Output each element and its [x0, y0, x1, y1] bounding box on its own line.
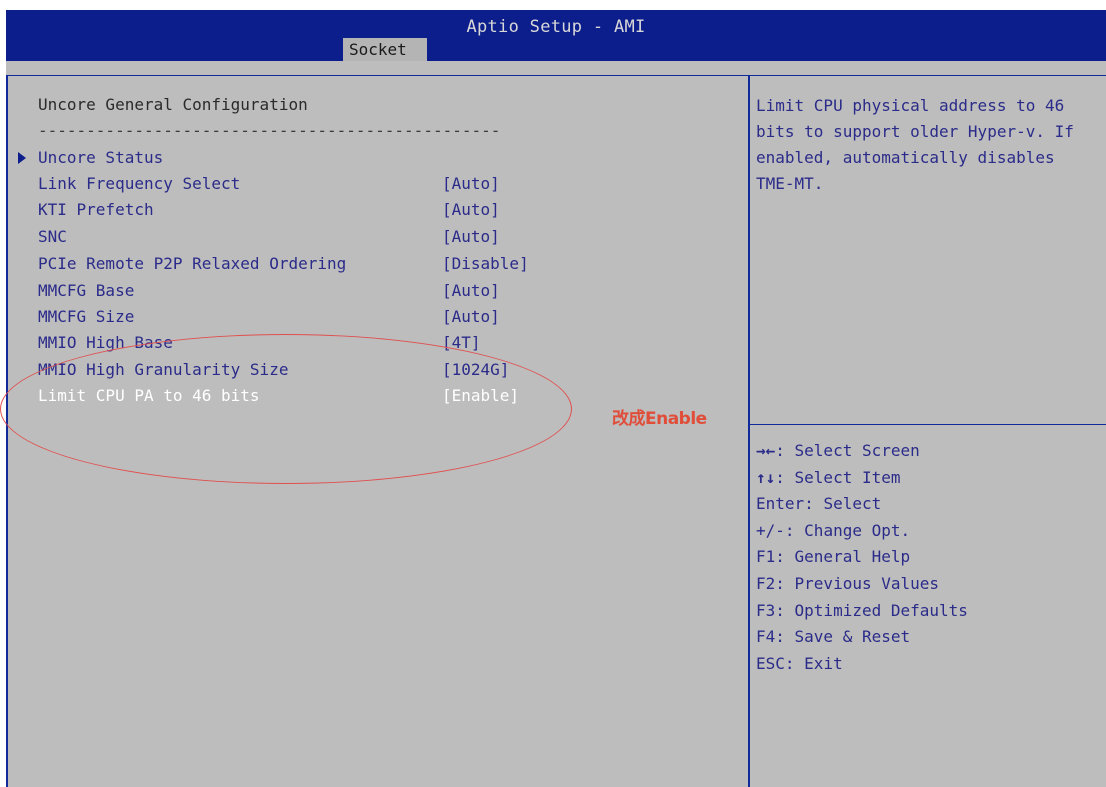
menu-item-label: MMCFG Base	[38, 281, 135, 300]
menu-item-mmio-high-granularity[interactable]: MMIO High Granularity Size [1024G]	[8, 358, 748, 382]
tab-socket[interactable]: Socket	[343, 38, 427, 61]
menu-item-value[interactable]: [Auto]	[442, 281, 500, 300]
menu-item-snc[interactable]: SNC [Auto]	[8, 225, 748, 249]
key-legend-item: +/-: Change Opt.	[756, 518, 1101, 545]
menu-item-label: PCIe Remote P2P Relaxed Ordering	[38, 254, 347, 273]
key-legend-item: F4: Save & Reset	[756, 624, 1101, 651]
menu-item-value[interactable]: [1024G]	[442, 360, 509, 379]
section-separator: ----------------------------------------…	[38, 121, 501, 140]
menu-item-kti-prefetch[interactable]: KTI Prefetch [Auto]	[8, 198, 748, 222]
key-action: : Previous Values	[775, 573, 940, 593]
menu-item-value[interactable]: [4T]	[442, 333, 481, 352]
key-action: : Select	[804, 494, 882, 514]
key-symbol: F1	[756, 547, 776, 567]
panel-divider	[748, 75, 750, 787]
menu-item-link-frequency-select[interactable]: Link Frequency Select [Auto]	[8, 172, 748, 196]
key-action: : Select Item	[775, 467, 901, 487]
key-legend: →←: Select Screen ↑↓: Select Item Enter:…	[756, 438, 1101, 677]
key-symbol: ESC	[756, 653, 785, 673]
menu-item-pcie-remote-p2p[interactable]: PCIe Remote P2P Relaxed Ordering [Disabl…	[8, 252, 748, 276]
key-legend-item: ↑↓: Select Item	[756, 465, 1101, 492]
menu-item-uncore-status[interactable]: Uncore Status	[8, 146, 748, 170]
menu-item-value[interactable]: [Enable]	[442, 386, 519, 405]
annotation-note: 改成Enable	[612, 409, 707, 429]
menu-item-value[interactable]: [Auto]	[442, 307, 500, 326]
key-action: : Change Opt.	[784, 520, 911, 540]
key-action: : Optimized Defaults	[775, 600, 968, 620]
key-action: : Save & Reset	[775, 627, 911, 647]
menu-item-mmio-high-base[interactable]: MMIO High Base [4T]	[8, 331, 748, 355]
key-legend-item: F2: Previous Values	[756, 571, 1101, 598]
key-symbol: +/-	[756, 520, 785, 540]
key-action: : General Help	[775, 547, 911, 567]
app-title: Aptio Setup - AMI	[466, 17, 646, 37]
section-title: Uncore General Configuration	[38, 95, 308, 114]
help-divider	[750, 424, 1106, 425]
menu-item-label: Uncore Status	[38, 148, 164, 167]
key-legend-item: Enter: Select	[756, 491, 1101, 518]
key-action: : Exit	[784, 653, 843, 673]
menu-item-label: Link Frequency Select	[38, 174, 241, 193]
menu-item-mmcfg-base[interactable]: MMCFG Base [Auto]	[8, 279, 748, 303]
key-symbol: →←	[756, 441, 776, 460]
key-legend-item: F3: Optimized Defaults	[756, 598, 1101, 625]
menu-item-label: MMIO High Granularity Size	[38, 360, 289, 379]
help-description: Limit CPU physical address to 46 bits to…	[756, 96, 1074, 193]
key-symbol: F4	[756, 627, 776, 647]
key-action: : Select Screen	[775, 441, 920, 460]
bios-header: Aptio Setup - AMI Socket	[6, 10, 1106, 61]
menu-item-mmcfg-size[interactable]: MMCFG Size [Auto]	[8, 305, 748, 329]
menu-item-label: Limit CPU PA to 46 bits	[38, 386, 260, 405]
menu-item-value[interactable]: [Auto]	[442, 200, 500, 219]
key-legend-item: ESC: Exit	[756, 651, 1101, 678]
key-symbol: Enter	[756, 494, 805, 514]
key-symbol: F3	[756, 600, 776, 620]
menu-item-value[interactable]: [Auto]	[442, 174, 500, 193]
key-symbol: F2	[756, 573, 776, 593]
menu-item-value[interactable]: [Disable]	[442, 254, 529, 273]
menu-item-label: SNC	[38, 227, 67, 246]
menu-item-label: MMCFG Size	[38, 307, 135, 326]
menu-item-value[interactable]: [Auto]	[442, 227, 500, 246]
menu-item-label: KTI Prefetch	[38, 200, 154, 219]
key-legend-item: →←: Select Screen	[756, 438, 1101, 465]
key-legend-item: F1: General Help	[756, 544, 1101, 571]
key-symbol: ↑↓	[756, 467, 776, 487]
menu-item-label: MMIO High Base	[38, 333, 173, 352]
submenu-arrow-icon	[18, 152, 26, 164]
